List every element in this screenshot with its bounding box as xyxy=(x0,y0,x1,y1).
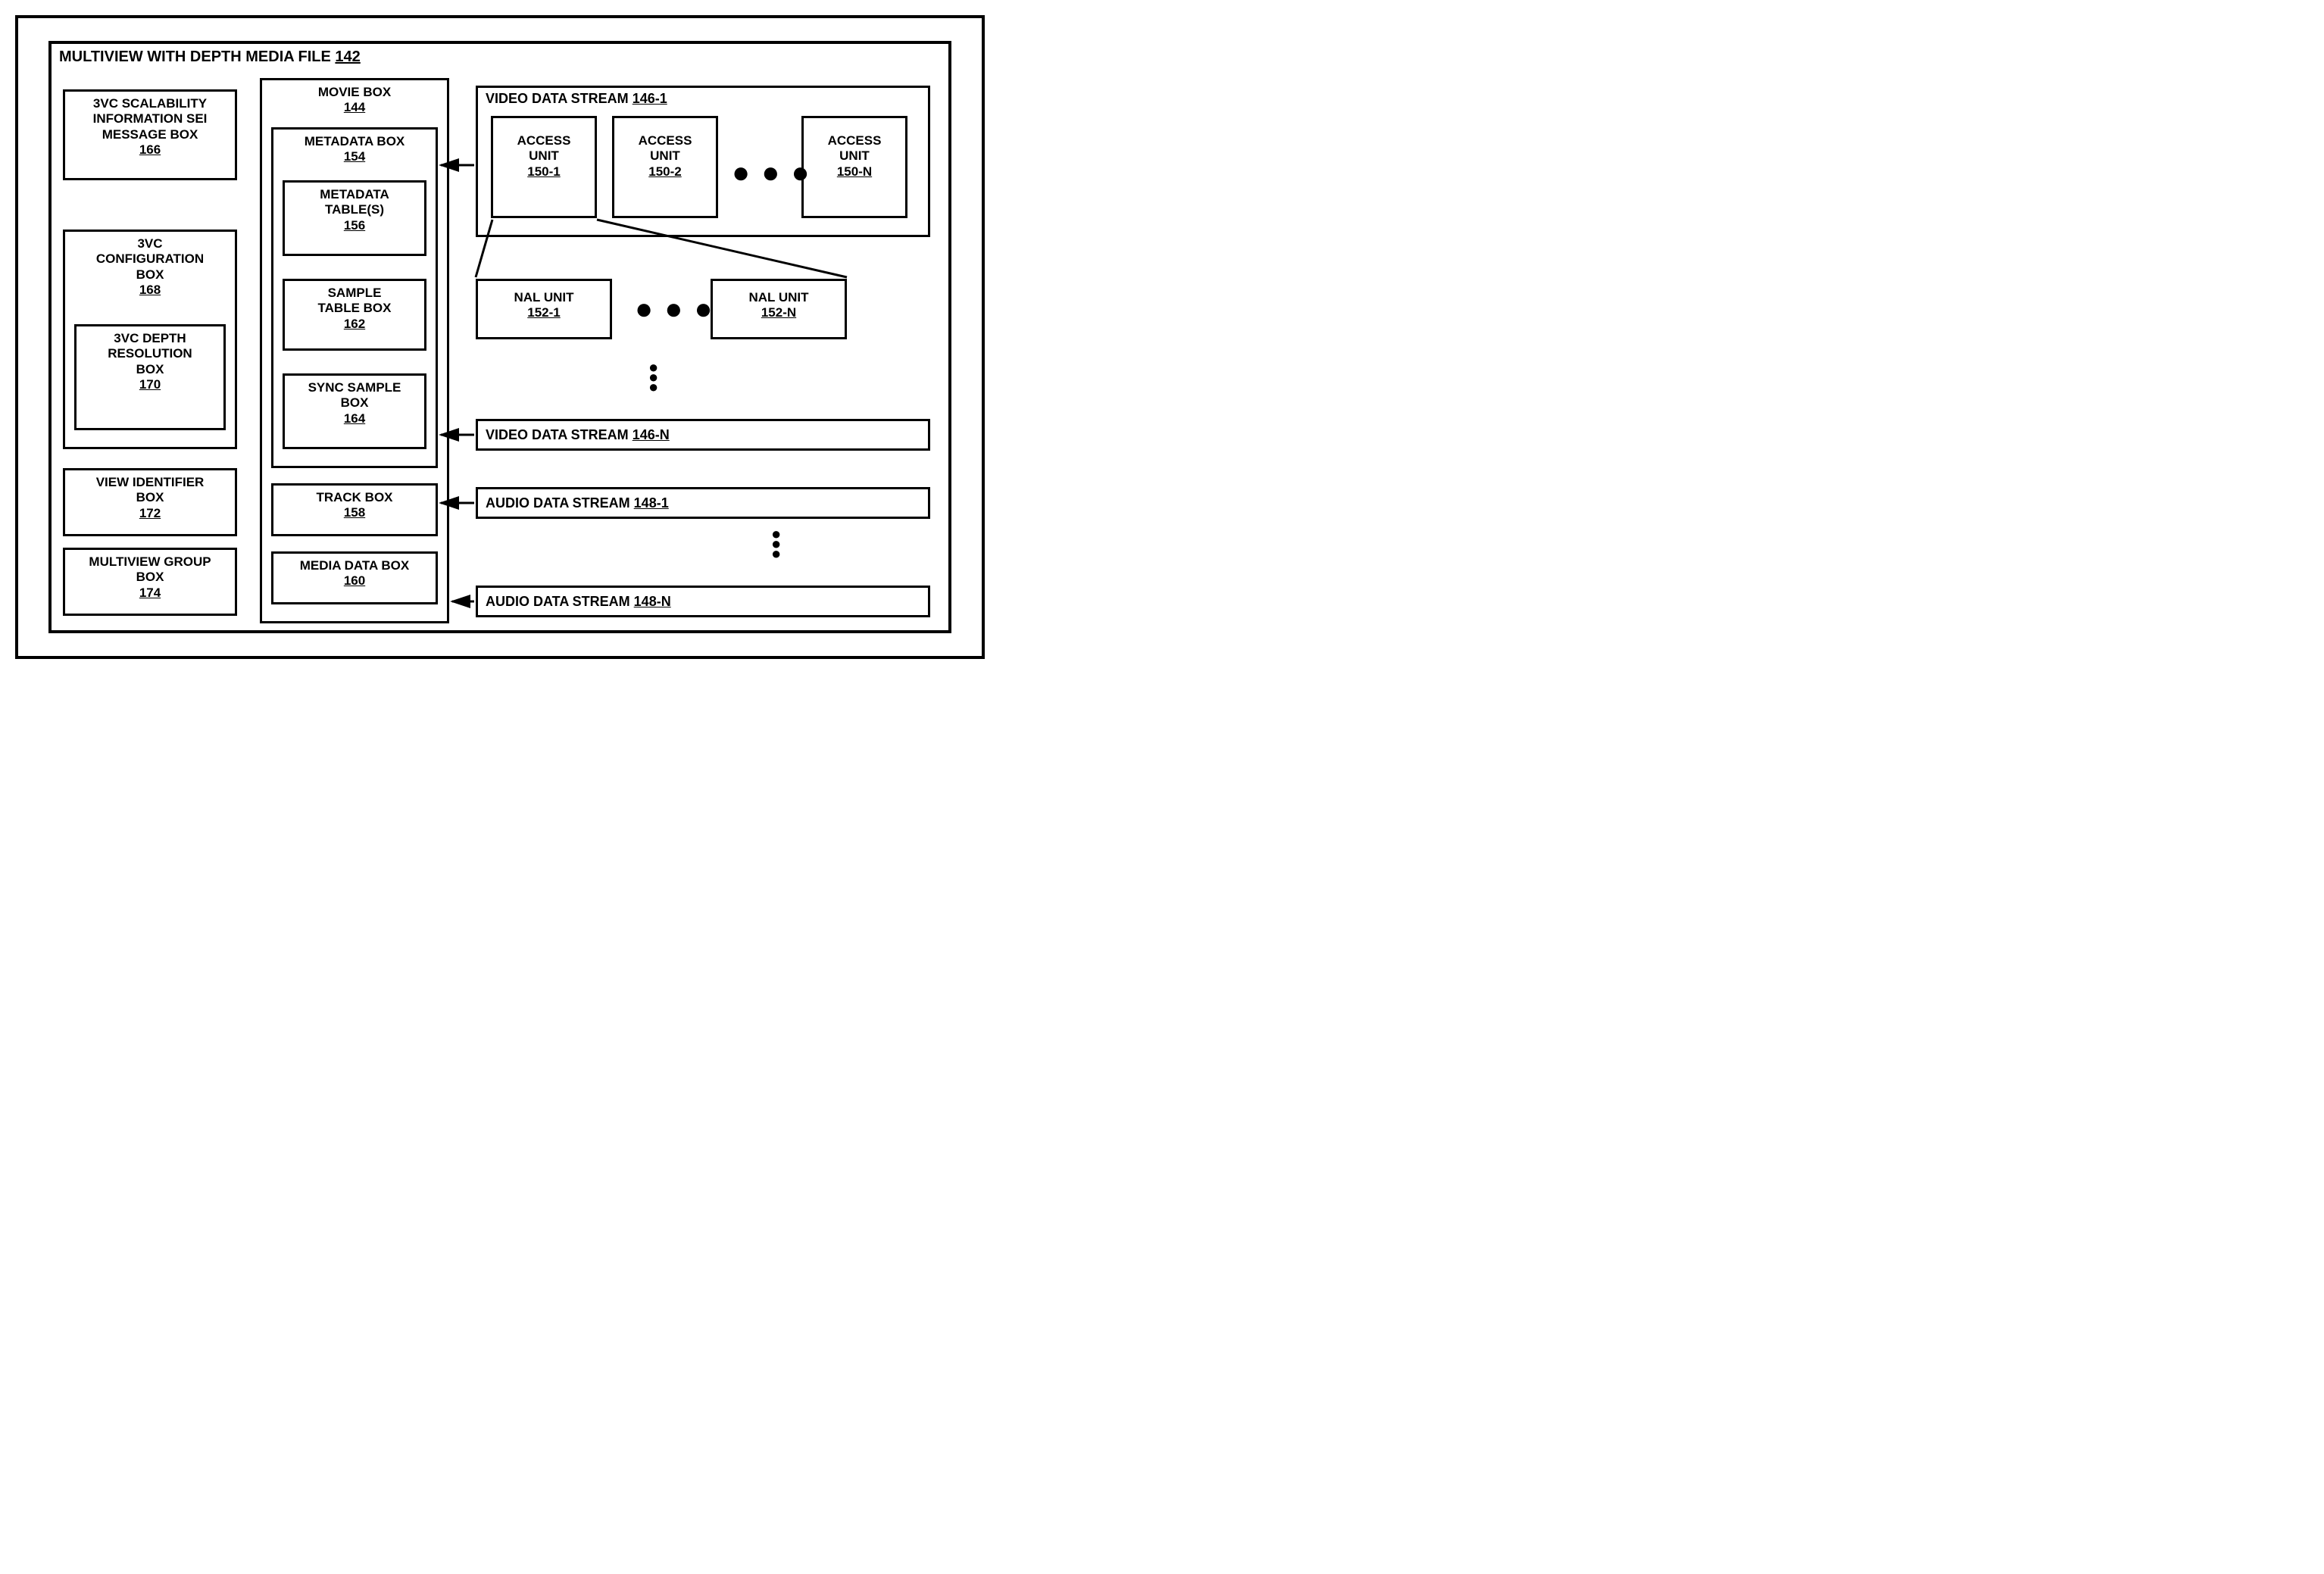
b164-num: 164 xyxy=(288,411,421,426)
box-150-1: ACCESS UNIT 150-1 xyxy=(491,116,597,218)
b172-l1: VIEW IDENTIFIER xyxy=(68,475,232,490)
b146N-num: 146-N xyxy=(633,427,670,442)
b166-l3: MESSAGE BOX xyxy=(68,127,232,142)
b1502-num: 150-2 xyxy=(617,164,713,180)
b172-num: 172 xyxy=(68,506,232,521)
box-148-1: AUDIO DATA STREAM 148-1 xyxy=(476,487,930,519)
dots-150: ● ● ● xyxy=(732,156,811,190)
box-146-N: VIDEO DATA STREAM 146-N xyxy=(476,419,930,451)
b158-num: 158 xyxy=(276,505,433,520)
b160-l1: MEDIA DATA BOX xyxy=(276,558,433,573)
outer-frame: MULTIVIEW WITH DEPTH MEDIA FILE 142 3VC … xyxy=(15,15,985,659)
b158-l1: TRACK BOX xyxy=(276,490,433,505)
box-150-2: ACCESS UNIT 150-2 xyxy=(612,116,718,218)
b174-l1: MULTIVIEW GROUP xyxy=(68,554,232,570)
main-title: MULTIVIEW WITH DEPTH MEDIA FILE 142 xyxy=(59,48,941,66)
b162-l1: SAMPLE xyxy=(288,286,421,301)
b168-num: 168 xyxy=(68,283,232,298)
box-160: MEDIA DATA BOX 160 xyxy=(271,551,438,604)
b156-num: 156 xyxy=(288,218,421,233)
box-152-N: NAL UNIT 152-N xyxy=(711,279,847,339)
b1501-l2: UNIT xyxy=(496,148,592,164)
b152N-num: 152-N xyxy=(716,305,842,320)
b172-l2: BOX xyxy=(68,490,232,505)
b166-l1: 3VC SCALABILITY xyxy=(68,96,232,111)
b1461-text: VIDEO DATA STREAM xyxy=(486,91,629,106)
box-170: 3VC DEPTH RESOLUTION BOX 170 xyxy=(74,324,226,430)
b1502-l1: ACCESS xyxy=(617,133,713,148)
b150N-num: 150-N xyxy=(807,164,902,180)
b1521-num: 152-1 xyxy=(481,305,607,320)
b174-num: 174 xyxy=(68,586,232,601)
box-164: SYNC SAMPLE BOX 164 xyxy=(283,373,426,449)
b148N-text: AUDIO DATA STREAM xyxy=(486,594,630,609)
vdots-146: ●●● xyxy=(648,362,658,392)
box-166: 3VC SCALABILITY INFORMATION SEI MESSAGE … xyxy=(63,89,237,180)
b156-l2: TABLE(S) xyxy=(288,202,421,217)
box-172: VIEW IDENTIFIER BOX 172 xyxy=(63,468,237,536)
vdots-148: ●●● xyxy=(771,529,781,559)
b162-l2: TABLE BOX xyxy=(288,301,421,316)
dots-152: ● ● ● xyxy=(635,292,714,326)
b144-num: 144 xyxy=(265,100,444,115)
b1502-l2: UNIT xyxy=(617,148,713,164)
b150N-l2: UNIT xyxy=(807,148,902,164)
box-150-N: ACCESS UNIT 150-N xyxy=(801,116,907,218)
main-title-text: MULTIVIEW WITH DEPTH MEDIA FILE xyxy=(59,48,331,65)
b170-l3: BOX xyxy=(80,362,220,377)
b1501-num: 150-1 xyxy=(496,164,592,180)
b168-l2: CONFIGURATION xyxy=(68,251,232,267)
b170-l2: RESOLUTION xyxy=(80,346,220,361)
b1481-text: AUDIO DATA STREAM xyxy=(486,495,630,511)
b156-l1: METADATA xyxy=(288,187,421,202)
b168-l3: BOX xyxy=(68,267,232,283)
box-152-1: NAL UNIT 152-1 xyxy=(476,279,612,339)
b170-num: 170 xyxy=(80,377,220,392)
main-title-num: 142 xyxy=(335,48,360,65)
b1481-num: 148-1 xyxy=(634,495,669,511)
b1461-title: VIDEO DATA STREAM 146-1 xyxy=(486,91,667,108)
b154-num: 154 xyxy=(276,149,433,164)
b166-l2: INFORMATION SEI xyxy=(68,111,232,126)
b144-l1: MOVIE BOX xyxy=(265,85,444,100)
b154-l1: METADATA BOX xyxy=(276,134,433,149)
b1521-l1: NAL UNIT xyxy=(481,290,607,305)
b164-l1: SYNC SAMPLE xyxy=(288,380,421,395)
b146N-text: VIDEO DATA STREAM xyxy=(486,427,629,442)
b160-num: 160 xyxy=(276,573,433,589)
b164-l2: BOX xyxy=(288,395,421,411)
b168-l1: 3VC xyxy=(68,236,232,251)
b170-l1: 3VC DEPTH xyxy=(80,331,220,346)
b1501-l1: ACCESS xyxy=(496,133,592,148)
box-156: METADATA TABLE(S) 156 xyxy=(283,180,426,256)
b148N-num: 148-N xyxy=(634,594,671,609)
box-148-N: AUDIO DATA STREAM 148-N xyxy=(476,586,930,617)
box-162: SAMPLE TABLE BOX 162 xyxy=(283,279,426,351)
b152N-l1: NAL UNIT xyxy=(716,290,842,305)
box-174: MULTIVIEW GROUP BOX 174 xyxy=(63,548,237,616)
b174-l2: BOX xyxy=(68,570,232,585)
b166-num: 166 xyxy=(68,142,232,158)
box-158: TRACK BOX 158 xyxy=(271,483,438,536)
b150N-l1: ACCESS xyxy=(807,133,902,148)
b162-num: 162 xyxy=(288,317,421,332)
b1461-num: 146-1 xyxy=(633,91,667,106)
main-media-file-box: MULTIVIEW WITH DEPTH MEDIA FILE 142 3VC … xyxy=(48,41,951,633)
